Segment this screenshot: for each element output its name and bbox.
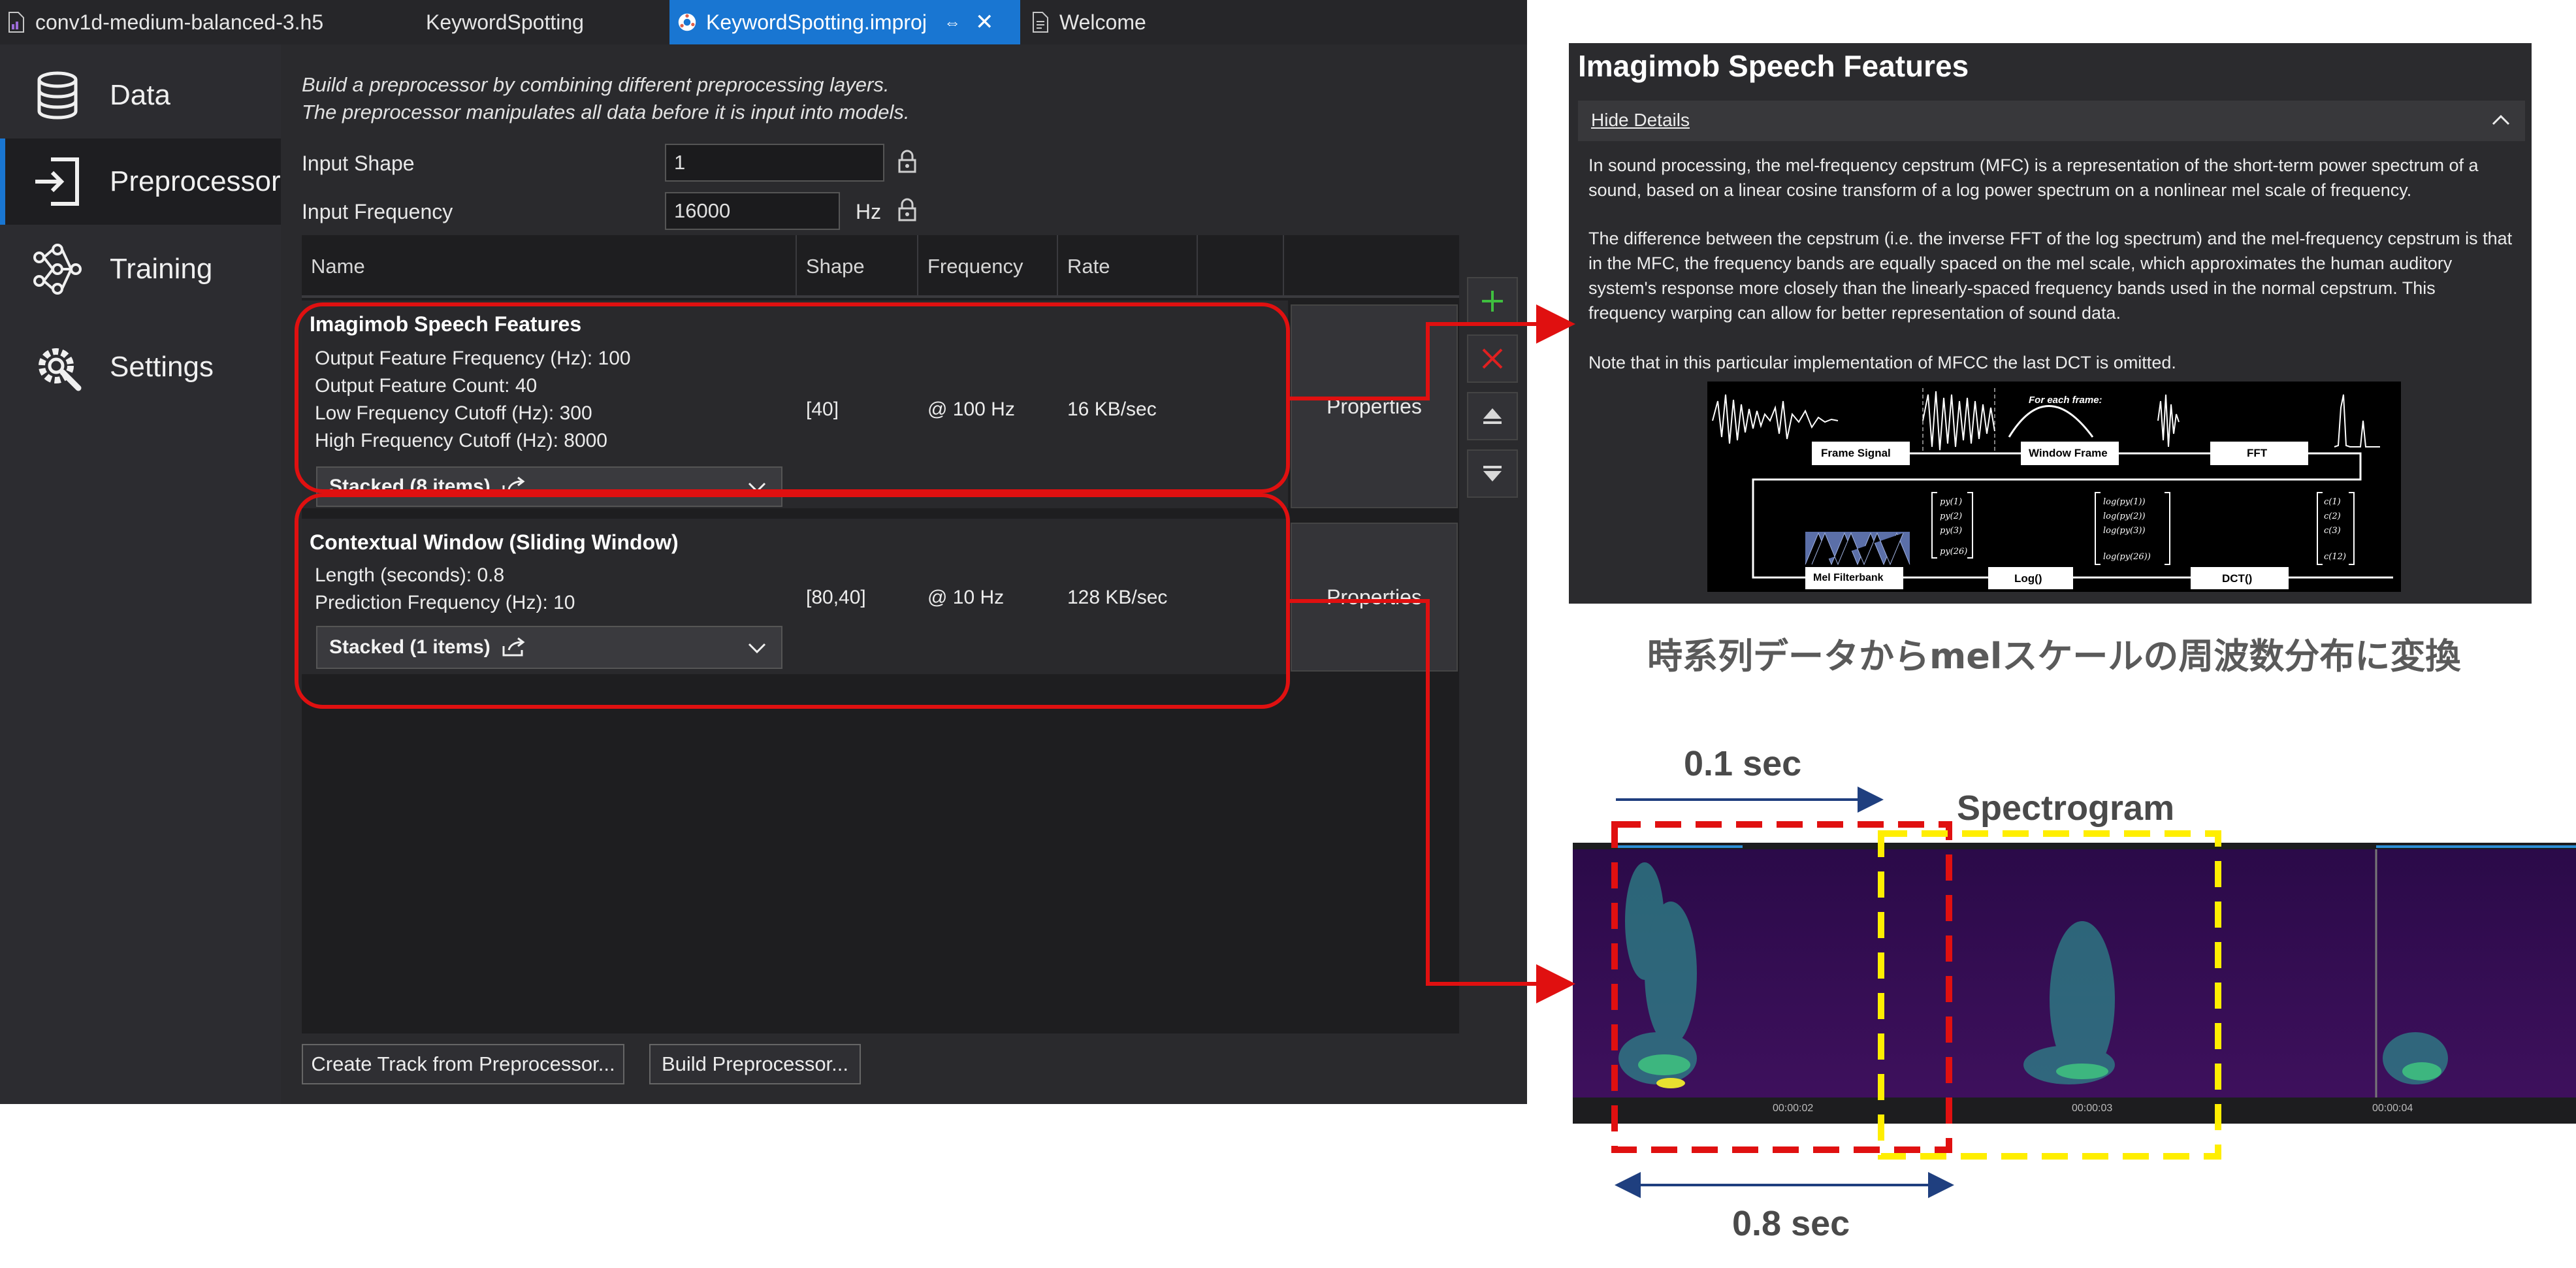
annotation-overlay	[1288, 304, 2221, 1198]
